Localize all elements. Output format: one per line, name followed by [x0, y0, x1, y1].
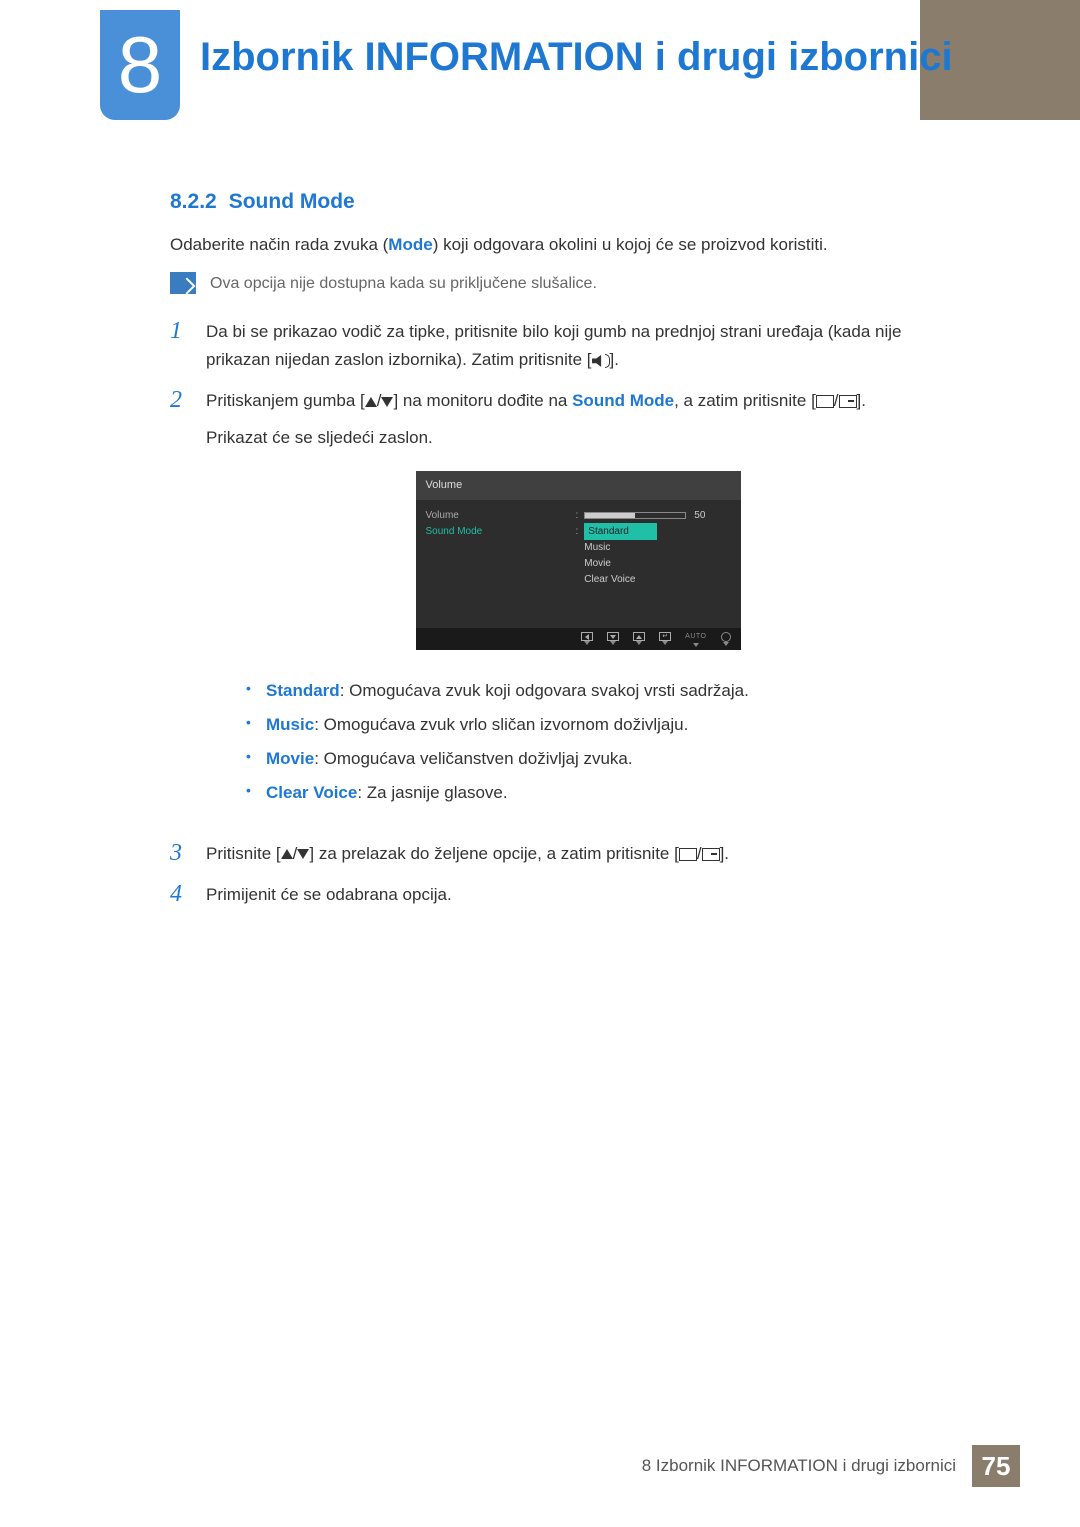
bullet-music: Music: Omogućava zvuk vrlo sličan izvorn… — [246, 708, 950, 742]
note-icon — [170, 272, 196, 294]
osd-volume-row: Volume : 50 — [426, 508, 731, 524]
chapter-title: Izbornik INFORMATION i drugi izbornici — [200, 35, 953, 80]
step-3-text: Pritisnite [ / ] za prelazak do željene … — [206, 840, 950, 869]
osd-body: Volume : 50 Sound Mode : Standard — [416, 500, 741, 628]
step-3: 3 Pritisnite [ / ] za prelazak do željen… — [170, 840, 950, 869]
step-4: 4 Primijenit će se odabrana opcija. — [170, 881, 950, 910]
page: 8 Izbornik INFORMATION i drugi izbornici… — [0, 0, 1080, 1527]
osd-soundmode-row: Sound Mode : Standard — [426, 524, 731, 540]
osd-panel: Volume Volume : 50 Sound Mode : Standard — [416, 471, 741, 650]
osd-option-standard: Standard — [584, 523, 657, 540]
step-3-c: ]. — [720, 844, 729, 863]
step-1-text: Da bi se prikazao vodič za tipke, pritis… — [206, 318, 950, 376]
note-row: Ova opcija nije dostupna kada su priklju… — [170, 272, 950, 296]
step-number: 2 — [170, 387, 188, 414]
step-2-after: Prikazat će se sljedeći zaslon. — [206, 424, 950, 453]
step-2-c: , a zatim pritisnite [ — [674, 391, 816, 410]
bullet-standard: Standard: Omogućava zvuk koji odgovara s… — [246, 674, 950, 708]
intro-post: ) koji odgovara okolini u kojoj će se pr… — [433, 235, 828, 254]
step-2-d: ]. — [857, 391, 866, 410]
section-number: 8.2.2 — [170, 190, 217, 213]
osd-option-row: : Music — [426, 540, 731, 556]
osd-option-music: Music — [584, 539, 610, 556]
section-title: Sound Mode — [229, 190, 355, 213]
bullet-clearvoice-text: : Za jasnije glasove. — [357, 783, 507, 802]
intro-mode-keyword: Mode — [388, 235, 432, 254]
bullet-standard-label: Standard — [266, 681, 340, 700]
step-number: 4 — [170, 881, 188, 908]
intro-pre: Odaberite način rada zvuka ( — [170, 235, 388, 254]
page-footer: 8 Izbornik INFORMATION i drugi izbornici… — [642, 1445, 1020, 1487]
osd-volume-label: Volume — [426, 507, 576, 524]
bullet-clearvoice: Clear Voice: Za jasnije glasove. — [246, 776, 950, 810]
step-2: 2 Pritiskanjem gumba [ / ] na monitoru d… — [170, 387, 950, 828]
bullet-clearvoice-label: Clear Voice — [266, 783, 357, 802]
menu-enter-icon: / — [679, 840, 720, 869]
up-down-icon: / — [365, 387, 394, 416]
step-1: 1 Da bi se prikazao vodič za tipke, prit… — [170, 318, 950, 376]
step-4-text: Primijenit će se odabrana opcija. — [206, 881, 950, 910]
step-2-b: ] na monitoru dođite na — [393, 391, 572, 410]
mode-descriptions: Standard: Omogućava zvuk koji odgovara s… — [246, 674, 950, 810]
step-1-end: ]. — [610, 350, 619, 369]
osd-volume-value: 50 — [694, 507, 705, 524]
osd-footer: AUTO — [416, 628, 741, 650]
up-down-icon: / — [281, 840, 310, 869]
step-number: 3 — [170, 840, 188, 867]
osd-power-icon — [721, 632, 731, 646]
osd-option-clearvoice: Clear Voice — [584, 571, 635, 588]
step-number: 1 — [170, 318, 188, 345]
bullet-movie-label: Movie — [266, 749, 314, 768]
step-2-text: Pritiskanjem gumba [ / ] na monitoru dođ… — [206, 387, 950, 828]
osd-soundmode-label: Sound Mode — [426, 523, 576, 540]
step-1-body: Da bi se prikazao vodič za tipke, pritis… — [206, 322, 901, 370]
osd-option-movie: Movie — [584, 555, 611, 572]
intro-paragraph: Odaberite način rada zvuka (Mode) koji o… — [170, 232, 950, 258]
step-3-a: Pritisnite [ — [206, 844, 281, 863]
osd-option-row: : Movie — [426, 556, 731, 572]
osd-enter-icon — [659, 632, 671, 645]
bullet-music-text: : Omogućava zvuk vrlo sličan izvornom do… — [314, 715, 688, 734]
footer-text: 8 Izbornik INFORMATION i drugi izbornici — [642, 1456, 956, 1476]
speaker-icon — [592, 354, 610, 368]
step-3-b: ] za prelazak do željene opcije, a zatim… — [309, 844, 678, 863]
bullet-music-label: Music — [266, 715, 314, 734]
content-area: 8.2.2 Sound Mode Odaberite način rada zvu… — [170, 190, 950, 922]
bullet-standard-text: : Omogućava zvuk koji odgovara svakoj vr… — [340, 681, 749, 700]
page-number: 75 — [972, 1445, 1020, 1487]
chapter-number-badge: 8 — [100, 10, 180, 120]
osd-nav-left-icon — [581, 632, 593, 645]
sound-mode-keyword: Sound Mode — [572, 391, 674, 410]
section-heading: 8.2.2 Sound Mode — [170, 190, 950, 214]
osd-auto-label: AUTO — [685, 631, 706, 647]
bullet-movie-text: : Omogućava veličanstven doživljaj zvuka… — [314, 749, 632, 768]
step-2-a: Pritiskanjem gumba [ — [206, 391, 365, 410]
bullet-movie: Movie: Omogućava veličanstven doživljaj … — [246, 742, 950, 776]
osd-title: Volume — [416, 471, 741, 500]
osd-option-row: : Clear Voice — [426, 572, 731, 588]
osd-volume-slider — [584, 512, 686, 519]
note-text: Ova opcija nije dostupna kada su priklju… — [210, 272, 597, 296]
menu-enter-icon: / — [816, 387, 857, 416]
osd-nav-down-icon — [607, 632, 619, 645]
osd-nav-up-icon — [633, 632, 645, 645]
